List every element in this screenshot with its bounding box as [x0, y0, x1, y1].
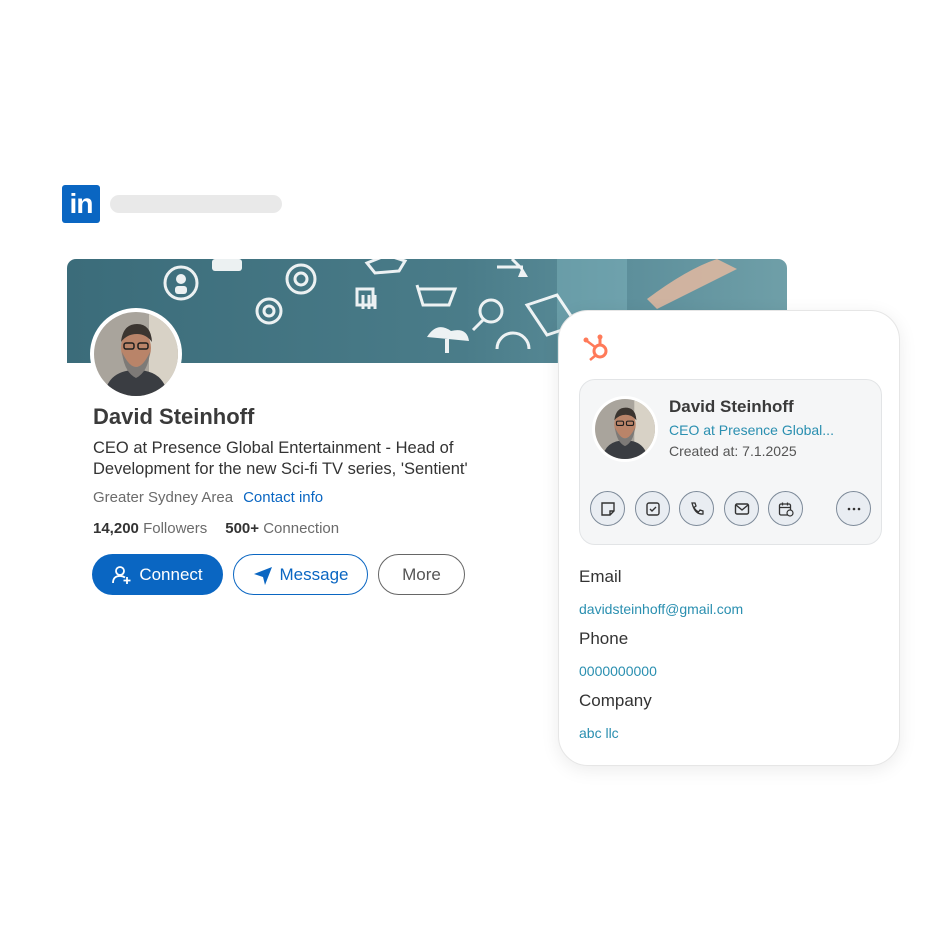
company-label: Company: [579, 691, 652, 710]
connect-button[interactable]: Connect: [92, 554, 223, 595]
more-label: More: [402, 564, 441, 584]
email-value[interactable]: davidsteinhoff@gmail.com: [579, 601, 743, 617]
send-icon: [253, 566, 272, 585]
contact-created-date: Created at: 7.1.2025: [669, 443, 797, 459]
note-icon: [600, 501, 615, 516]
contact-info-link[interactable]: Contact info: [243, 489, 323, 506]
contact-title[interactable]: CEO at Presence Global...: [669, 422, 834, 438]
email-icon: [734, 502, 749, 515]
search-bar-placeholder[interactable]: [110, 195, 282, 213]
meeting-button[interactable]: [768, 491, 803, 526]
hubspot-logo-icon: [583, 334, 608, 361]
followers-count: 14,200: [93, 520, 139, 537]
note-button[interactable]: [590, 491, 625, 526]
phone-icon: [690, 501, 704, 515]
contact-name: David Steinhoff: [669, 397, 794, 416]
message-label: Message: [279, 564, 349, 584]
stats-row: 14,200 Followers 500+ Connection: [93, 520, 339, 537]
more-icon: [847, 507, 860, 510]
profile-name: David Steinhoff: [93, 404, 255, 429]
profile-headline: CEO at Presence Global Entertainment - H…: [93, 439, 468, 478]
message-button[interactable]: Message: [233, 554, 368, 595]
hubspot-contact-card: David Steinhoff CEO at Presence Global..…: [558, 310, 900, 766]
connections-count: 500+: [225, 520, 260, 537]
profile-avatar[interactable]: [90, 308, 182, 400]
meeting-icon: [778, 502, 794, 517]
location-row: Greater Sydney Area Contact info: [93, 489, 323, 506]
email-label: Email: [579, 567, 622, 586]
contact-summary-panel: David Steinhoff CEO at Presence Global..…: [579, 379, 882, 545]
task-button[interactable]: [635, 491, 670, 526]
company-value[interactable]: abc llc: [579, 725, 619, 741]
email-button[interactable]: [724, 491, 759, 526]
linkedin-logo-icon[interactable]: in: [62, 185, 100, 223]
add-person-icon: [112, 565, 131, 584]
call-button[interactable]: [679, 491, 714, 526]
location-text: Greater Sydney Area: [93, 489, 234, 506]
person-photo-icon: [94, 312, 178, 396]
connect-label: Connect: [139, 564, 203, 584]
phone-label: Phone: [579, 629, 629, 648]
contact-avatar[interactable]: [592, 396, 658, 462]
more-actions-button[interactable]: [836, 491, 871, 526]
person-photo-icon: [595, 399, 655, 459]
more-button[interactable]: More: [378, 554, 465, 595]
connections-label: Connection: [263, 520, 340, 537]
phone-value[interactable]: 0000000000: [579, 663, 657, 679]
followers-label: Followers: [143, 520, 208, 537]
task-icon: [645, 501, 660, 516]
